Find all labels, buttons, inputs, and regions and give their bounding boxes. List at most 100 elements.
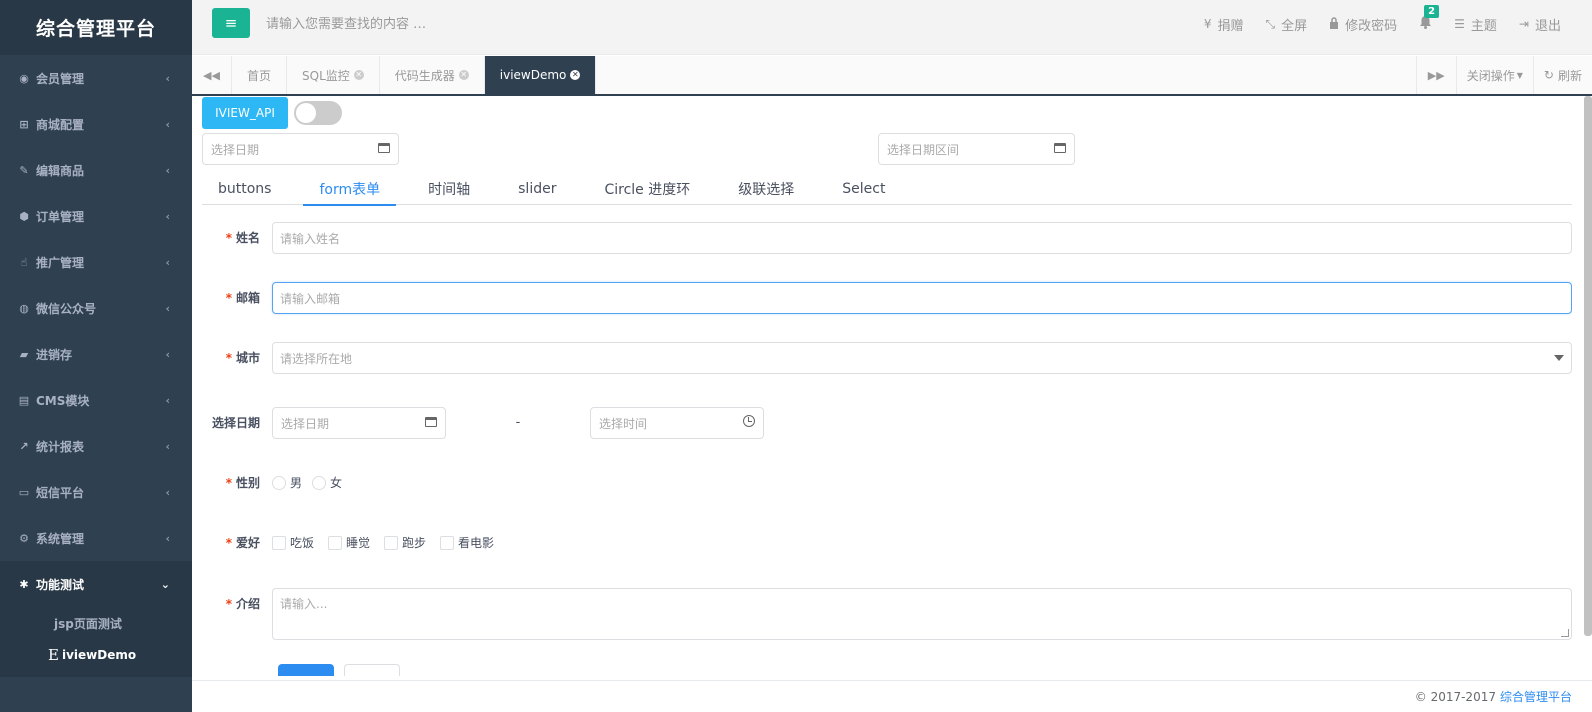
sidebar-item-label: CMS模块 [36, 393, 90, 408]
form-row-email: * 邮箱 请输入邮箱 [202, 282, 1572, 314]
fullscreen-icon: ⤡ [1265, 16, 1276, 31]
clock-icon [743, 415, 755, 431]
search-input[interactable] [266, 11, 666, 37]
name-input[interactable]: 请输入姓名 [272, 222, 1572, 254]
city-placeholder: 请选择所在地 [280, 351, 353, 366]
form-label: * 介绍 [225, 597, 260, 611]
sidebar-item-stats[interactable]: ↗ 统计报表 ‹ [0, 423, 192, 469]
hobby-checkbox-sleep[interactable]: 睡觉 [328, 527, 370, 559]
notification-link[interactable]: 2 [1408, 5, 1443, 33]
hobby-checkbox-movie[interactable]: 看电影 [440, 527, 494, 559]
resize-grip-icon[interactable] [1561, 629, 1569, 637]
theme-link[interactable]: ☰ 主题 [1443, 15, 1508, 34]
edit-icon: ✎ [19, 163, 29, 177]
form-label: 选择日期 [202, 407, 272, 439]
close-icon[interactable]: ✕ [570, 70, 581, 80]
sidebar-item-system[interactable]: ⚙ 系统管理 ‹ [0, 515, 192, 561]
tab-home[interactable]: 首页 [232, 56, 288, 94]
tab-scroll-left-button[interactable]: ◀◀ [192, 56, 232, 94]
tab-scroll-right-button[interactable]: ▶▶ [1415, 56, 1456, 94]
tab-circle[interactable]: Circle 进度环 [588, 173, 706, 205]
close-icon[interactable]: ✕ [458, 70, 469, 80]
date-range-placeholder: 选择日期区间 [887, 142, 960, 157]
form-date-placeholder: 选择日期 [281, 416, 330, 431]
chevron-left-icon: ‹ [165, 301, 170, 315]
tab-sql-monitor[interactable]: SQL监控 ✕ [287, 56, 380, 94]
sidebar-item-member[interactable]: ◉ 会员管理 ‹ [0, 55, 192, 101]
e-icon: E [48, 646, 59, 664]
content-scrollbar[interactable] [1584, 96, 1592, 636]
chevron-left-icon: ‹ [165, 209, 170, 223]
iview-api-button[interactable]: IVIEW_API [202, 97, 288, 129]
change-password-label: 修改密码 [1345, 18, 1398, 34]
chevron-left-icon: ‹ [165, 393, 170, 407]
logout-icon: ⇥ [1518, 17, 1529, 31]
gear-icon: ⚙ [19, 531, 29, 545]
sidebar-item-mall[interactable]: ⊞ 商城配置 ‹ [0, 101, 192, 147]
gender-radio-female[interactable]: 女 [312, 467, 342, 499]
email-placeholder: 请输入邮箱 [280, 291, 341, 306]
tab-timeline[interactable]: 时间轴 [412, 173, 486, 205]
date-range-picker[interactable]: 选择日期区间 [878, 133, 1075, 165]
name-placeholder: 请输入姓名 [280, 231, 341, 246]
sidebar-subitem-jsp[interactable]: jsp页面测试 [0, 607, 192, 639]
form-time-picker[interactable]: 选择时间 [590, 407, 764, 439]
intro-textarea[interactable]: 请输入... [272, 588, 1572, 640]
header-actions: ¥ 捐赠 ⤡ 全屏 修改密码 2 ☰ 主题 ⇥ 退出 [1193, 0, 1572, 48]
date-picker[interactable]: 选择日期 [202, 133, 399, 165]
email-input[interactable]: 请输入邮箱 [272, 282, 1572, 314]
tab-cascader[interactable]: 级联选择 [722, 173, 810, 205]
sidebar-item-cms[interactable]: ▤ CMS模块 ‹ [0, 377, 192, 423]
caret-down-icon: ▼ [1516, 70, 1523, 80]
sidebar-item-wechat[interactable]: ◍ 微信公众号 ‹ [0, 285, 192, 331]
copyright-text: © 2017-2017 [1414, 689, 1496, 704]
tab-code-generator[interactable]: 代码生成器 ✕ [380, 56, 485, 94]
tab-buttons[interactable]: buttons [202, 173, 287, 205]
tab-select[interactable]: Select [826, 173, 901, 205]
desktop-icon: ▭ [18, 485, 30, 499]
hobby-checkbox-eat[interactable]: 吃饭 [272, 527, 314, 559]
sidebar-item-sms[interactable]: ▭ 短信平台 ‹ [0, 469, 192, 515]
sidebar-item-label: 编辑商品 [36, 163, 85, 178]
sidebar-item-function-test[interactable]: ✱ 功能测试 ⌄ [0, 561, 192, 607]
tab-label: iviewDemo [499, 68, 567, 82]
form-date-picker[interactable]: 选择日期 [272, 407, 446, 439]
sidebar-item-goods[interactable]: ✎ 编辑商品 ‹ [0, 147, 192, 193]
form-label: * 姓名 [225, 231, 260, 245]
hobby-checkbox-run[interactable]: 跑步 [384, 527, 426, 559]
demo-tabs: buttons form表单 时间轴 slider Circle 进度环 级联选… [202, 173, 1572, 206]
close-ops-label: 关闭操作 [1466, 68, 1515, 83]
close-icon[interactable]: ✕ [353, 70, 364, 80]
sidebar-subitem-iviewdemo[interactable]: E iviewDemo [0, 639, 192, 671]
sidebar-item-inventory[interactable]: ▰ 进销存 ‹ [0, 331, 192, 377]
gender-radio-male[interactable]: 男 [272, 467, 302, 499]
tab-slider[interactable]: slider [502, 173, 572, 205]
sidebar-item-order[interactable]: ⬢ 订单管理 ‹ [0, 193, 192, 239]
form-row-date: 选择日期 选择日期 - 选择时间 [202, 407, 1572, 439]
close-operations-dropdown[interactable]: 关闭操作 ▼ [1455, 56, 1533, 94]
sidebar-item-promo[interactable]: ☝ 推广管理 ‹ [0, 239, 192, 285]
logout-link[interactable]: ⇥ 退出 [1508, 15, 1572, 34]
tab-iviewdemo[interactable]: iviewDemo ✕ [484, 56, 597, 94]
toggle-switch[interactable] [294, 101, 342, 125]
fullscreen-label: 全屏 [1281, 18, 1308, 34]
fullscreen-link[interactable]: ⤡ 全屏 [1255, 15, 1319, 34]
donate-link[interactable]: ¥ 捐赠 [1193, 15, 1255, 34]
tab-form[interactable]: form表单 [303, 173, 396, 206]
sidebar: 综合管理平台 ◉ 会员管理 ‹ ⊞ 商城配置 ‹ ✎ 编辑商品 ‹ ⬢ 订单管理… [0, 0, 192, 712]
city-select[interactable]: 请选择所在地 [272, 342, 1572, 374]
reset-button[interactable] [344, 664, 400, 676]
menu-toggle-button[interactable]: ≡ [212, 8, 250, 38]
chevron-left-icon: ‹ [165, 531, 170, 545]
submit-button[interactable] [278, 664, 334, 676]
footer-link[interactable]: 综合管理平台 [1500, 688, 1572, 705]
user-circle-icon: ◉ [19, 71, 29, 85]
change-password-link[interactable]: 修改密码 [1318, 15, 1408, 34]
bug-icon: ✱ [19, 577, 29, 591]
double-left-icon: ◀◀ [203, 68, 220, 82]
caret-down-icon [1554, 355, 1564, 361]
chevron-left-icon: ‹ [165, 439, 170, 453]
page-tabs: 首页 SQL监控 ✕ 代码生成器 ✕ iviewDemo ✕ [232, 56, 597, 94]
refresh-button[interactable]: ↻ 刷新 [1532, 56, 1592, 94]
sidebar-item-label: 微信公众号 [36, 301, 97, 316]
